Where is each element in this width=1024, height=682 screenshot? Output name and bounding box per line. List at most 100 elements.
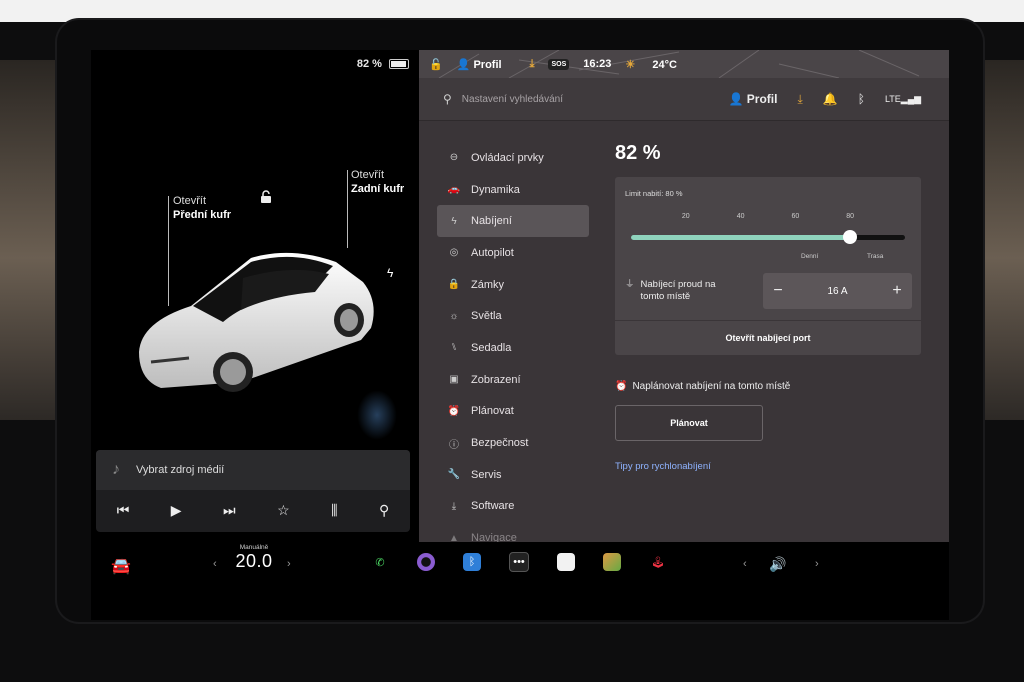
charge-current-label-2: tomto místě [640,291,691,302]
volume-up-button[interactable]: › [815,558,819,570]
schedule-charging-row: ⏰ Naplánovat nabíjení na tomto místě [615,381,935,392]
menu-item-schedule[interactable]: ⏰ Plánovat [437,396,589,428]
menu-item-locks[interactable]: 🔒 Zámky [437,269,589,301]
glare [357,390,397,440]
next-icon[interactable]: ⏭ [223,502,236,519]
bluetooth-icon[interactable]: ᛒ [858,92,865,106]
increase-current-button[interactable]: + [882,282,912,300]
menu-label: Sedadla [471,341,512,354]
alarm-icon: ⏰ [447,405,461,417]
menu-item-autopilot[interactable]: ◎ Autopilot [437,237,589,269]
menu-label: Nabíjení [471,215,512,228]
prev-icon[interactable]: ⏮ [117,502,130,519]
update-download-icon[interactable]: ⤓ [530,58,535,71]
charge-percent: 82 % [615,142,661,164]
play-icon[interactable]: ▶ [171,502,182,519]
climate-control[interactable]: Manuálně 20.0 [209,544,299,572]
info-icon: ⓘ [449,439,459,451]
more-icon[interactable]: ••• [509,552,529,572]
charge-limit-handle[interactable] [843,230,858,244]
menu-item-display[interactable]: ▣ Zobrazení [437,364,589,396]
menu-label: Bezpečnost [471,437,529,450]
bluetooth-icon[interactable]: ᛒ [463,553,481,571]
charge-current-stepper: − 16 A + [763,273,912,309]
download-icon[interactable]: ⤓ [797,92,802,107]
star-icon[interactable]: ☆ [277,502,290,519]
car-icon: 🚗 [447,184,461,196]
touchscreen: 82 % Otevřít Přední kufr Otevřít Zadní k… [91,50,949,620]
volume-down-button[interactable]: ‹ [743,558,747,570]
menu-item-charging[interactable]: ϟ Nabíjení [437,205,589,238]
bell-icon[interactable]: 🔔 [823,92,838,106]
menu-item-controls[interactable]: ⊖ Ovládací prvky [437,142,589,174]
toggle-icon: ⊖ [449,152,459,164]
charge-limit-label: Limit nabití: 80 % [625,189,683,198]
battery-percent: 82 % [356,58,382,70]
charge-current-value: 16 A [827,285,848,297]
app-launcher: ✆ ᛒ ••• 🕹 [371,552,667,572]
menu-label: Zámky [471,278,504,291]
status-profile[interactable]: 👤 Profil [457,58,516,71]
profile-button[interactable]: 👤 Profil [729,92,778,106]
menu-item-software[interactable]: ⤓ Software [437,491,589,523]
toybox-icon[interactable] [603,553,621,571]
joystick-icon[interactable]: 🕹 [649,553,667,571]
charge-current-label-1: Nabíjecí proud na [640,279,716,290]
car-icon[interactable]: 🚘 [111,556,131,576]
charge-limit-slider[interactable] [631,230,905,244]
lock-icon: 🔒 [447,279,461,291]
cabin-temperature: 20.0 [235,551,273,571]
settings-search-row: ⚲ Nastavení vyhledávání 👤 Profil ⤓ 🔔 ᛒ L… [419,78,949,121]
settings-panel: 🔓 👤 Profil ⤓ SOS 16:23 ☀ 24°C ⚲ Nastaven… [419,50,949,544]
search-icon[interactable]: ⚲ [379,502,389,519]
lte-signal-icon: LTE▂▄▆ [884,93,921,104]
plug-icon: ⏚ [625,279,635,290]
tick-label: 80 [846,213,855,220]
car-panel: 82 % Otevřít Přední kufr Otevřít Zadní k… [91,50,419,542]
unlock-icon[interactable] [259,190,273,207]
settings-menu: ⊖ Ovládací prvky 🚗 Dynamika ϟ Nabíjení ◎ Aut… [437,142,589,554]
menu-item-safety[interactable]: ⓘ Bezpečnost [437,427,589,459]
zone-trip-label: Trasa [867,253,884,260]
battery-indicator: 82 % [357,58,409,70]
camera-icon[interactable] [417,553,435,571]
front-trunk-button[interactable]: Otevřít Přední kufr [173,194,231,222]
dashboard-left [0,60,60,420]
steering-wheel-icon: ◎ [449,247,459,259]
media-player: ♪ Vybrat zdroj médií ⏮ ▶ ⏭ ☆ ⫼ ⚲ [96,450,410,532]
battery-icon [389,59,409,70]
schedule-charging-label: Naplánovat nabíjení na tomto místě [632,381,791,392]
menu-item-lights[interactable]: ☼ Světla [437,300,589,332]
tick-label: 20 [681,213,690,220]
equalizer-icon[interactable]: ⫼ [331,502,337,519]
menu-label: Software [471,500,515,513]
charge-limit-fill [631,235,851,240]
settings-search-input[interactable]: Nastavení vyhledávání [462,94,729,105]
open-charge-port-button[interactable]: Otevřít nabíjecí port [615,321,921,355]
menu-item-dynamics[interactable]: 🚗 Dynamika [437,174,589,206]
decrease-current-button[interactable]: − [763,282,793,300]
lock-status-icon[interactable]: 🔓 [429,58,443,71]
phone-icon[interactable]: ✆ [371,553,389,571]
menu-item-seats[interactable]: ⑊ Sedadla [437,332,589,364]
notes-icon[interactable] [557,553,575,571]
status-time: 16:23 [583,58,612,70]
alarm-clock-icon: ⏰ [615,381,628,392]
menu-label: Zobrazení [471,373,521,386]
fast-charging-tips-link[interactable]: Tipy pro rychlonabíjení [615,461,935,472]
schedule-button[interactable]: Plánovat [615,405,763,441]
media-source-row[interactable]: ♪ Vybrat zdroj médií [96,450,410,490]
search-icon: ⚲ [443,92,452,106]
car-model-image [139,252,374,392]
sun-icon: ☼ [449,310,459,322]
sos-button[interactable]: SOS [548,58,570,70]
rear-trunk-button[interactable]: Otevřít Zadní kufr [351,168,404,196]
menu-item-service[interactable]: 🔧 Servis [437,459,589,491]
rear-trunk-line1: Otevřít [351,169,385,181]
temp-up-button[interactable]: › [287,558,291,570]
menu-label: Plánovat [471,405,514,418]
dashboard-right [978,60,1024,420]
profile-label: Profil [746,92,778,106]
seat-icon: ⑊ [451,342,457,354]
volume-icon[interactable]: 🔊 [769,556,786,573]
